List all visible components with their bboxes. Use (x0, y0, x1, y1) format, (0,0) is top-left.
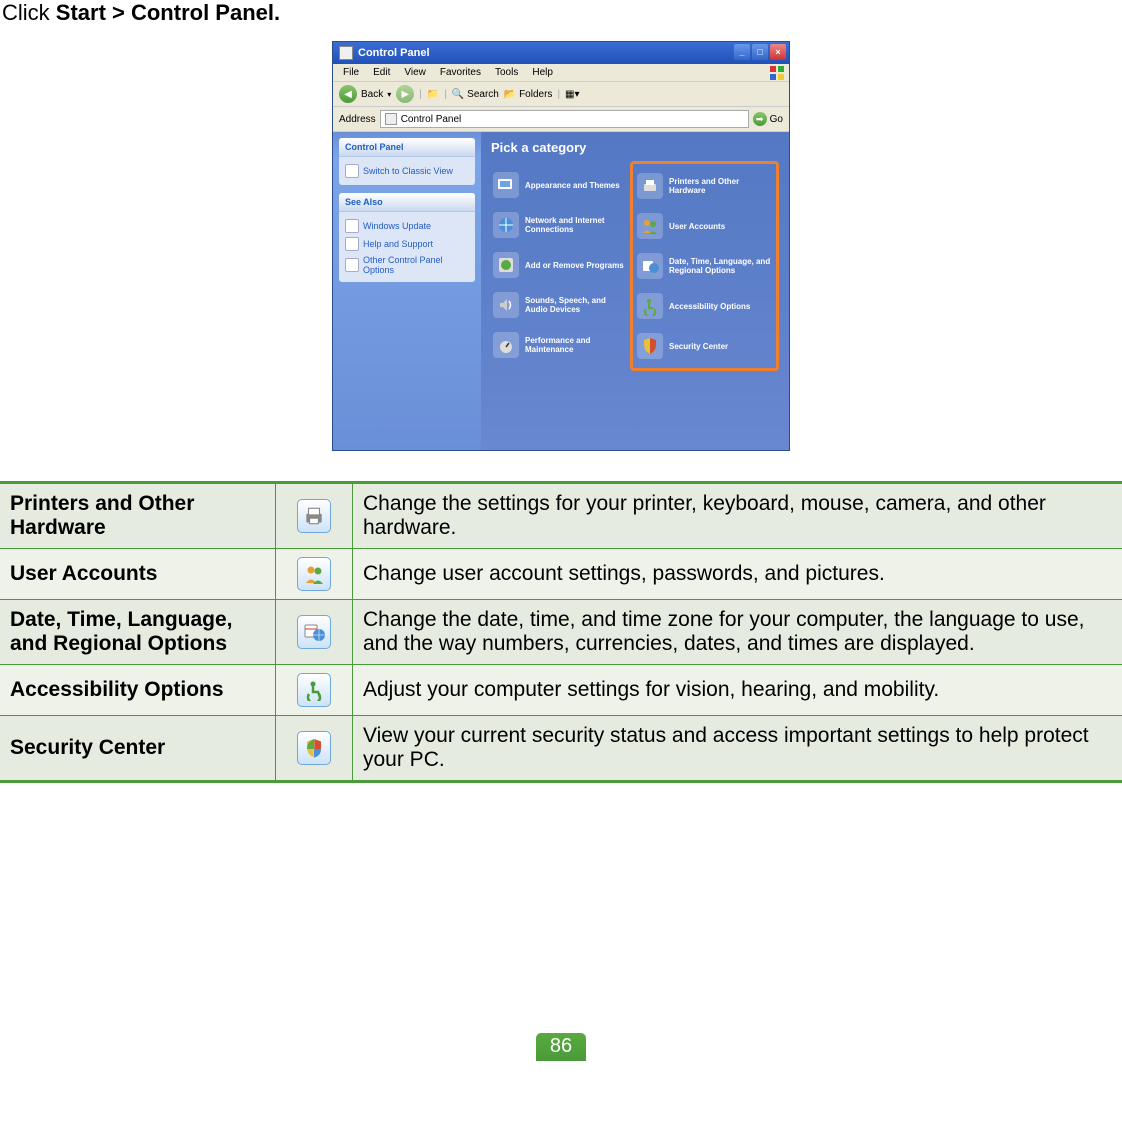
printer-icon (297, 499, 331, 533)
category-appearance[interactable]: Appearance and Themes (491, 165, 630, 205)
category-performance[interactable]: Performance and Maintenance (491, 325, 630, 365)
views-button[interactable]: ▦▾ (565, 89, 579, 100)
maximize-button[interactable]: □ (752, 44, 768, 60)
user-accounts-icon (297, 557, 331, 591)
row-icon-cell (276, 716, 353, 782)
address-value: Control Panel (401, 114, 462, 125)
windows-update-link[interactable]: Windows Update (345, 217, 469, 235)
up-button[interactable]: 📁 (427, 89, 439, 100)
row-name: User Accounts (0, 549, 276, 600)
see-also-title: See Also (339, 193, 475, 212)
menu-help[interactable]: Help (526, 66, 559, 79)
category-column-left: Appearance and Themes Network and Intern… (491, 165, 630, 371)
windows-update-icon (345, 219, 359, 233)
row-desc: View your current security status and ac… (353, 716, 1122, 782)
main-content: Pick a category Appearance and Themes Ne… (481, 132, 789, 450)
window-titlebar: Control Panel _ □ × (333, 42, 789, 64)
forward-button[interactable]: ▶ (396, 85, 414, 103)
go-icon: ➡ (753, 112, 767, 126)
page-number: 86 (536, 1033, 586, 1061)
performance-icon (493, 332, 519, 358)
close-button[interactable]: × (770, 44, 786, 60)
menu-edit[interactable]: Edit (367, 66, 396, 79)
menu-view[interactable]: View (398, 66, 432, 79)
instruction-text: Click Start > Control Panel. (0, 0, 1122, 41)
row-icon-cell (276, 483, 353, 549)
table-row: User Accounts Change user account settin… (0, 549, 1122, 600)
switch-classic-view-link[interactable]: Switch to Classic View (345, 162, 469, 180)
network-icon (493, 212, 519, 238)
control-panel-window: Control Panel _ □ × File Edit View Favor… (332, 41, 790, 451)
address-bar: Address Control Panel ➡ Go (333, 107, 789, 132)
category-date-time[interactable]: Date, Time, Language, and Regional Optio… (635, 246, 774, 286)
category-sounds[interactable]: Sounds, Speech, and Audio Devices (491, 285, 630, 325)
other-options-icon (345, 258, 359, 272)
sidebar: Control Panel Switch to Classic View See… (333, 132, 481, 450)
category-security[interactable]: Security Center (635, 326, 774, 366)
instruction-bold: Start > Control Panel. (56, 0, 280, 25)
row-name: Security Center (0, 716, 276, 782)
sidebar-panel-control-panel: Control Panel Switch to Classic View (339, 138, 475, 185)
highlighted-categories: Printers and Other Hardware User Account… (630, 161, 779, 371)
back-icon: ◀ (339, 85, 357, 103)
printers-icon (637, 173, 663, 199)
sidebar-panel-see-also: See Also Windows Update Help and Support… (339, 193, 475, 282)
minimize-button[interactable]: _ (734, 44, 750, 60)
instruction-prefix: Click (2, 0, 56, 25)
row-desc: Adjust your computer settings for vision… (353, 665, 1122, 716)
category-printers[interactable]: Printers and Other Hardware (635, 166, 774, 206)
folders-button[interactable]: 📂 Folders (504, 89, 553, 100)
address-icon (385, 113, 397, 125)
category-accessibility[interactable]: Accessibility Options (635, 286, 774, 326)
users-icon (637, 213, 663, 239)
windows-logo-icon (769, 65, 785, 81)
row-desc: Change the settings for your printer, ke… (353, 483, 1122, 549)
accessibility-icon (637, 293, 663, 319)
security-icon (637, 333, 663, 359)
menu-bar: File Edit View Favorites Tools Help (333, 64, 789, 82)
datetime-icon (637, 253, 663, 279)
other-options-link[interactable]: Other Control Panel Options (345, 253, 469, 277)
back-button[interactable]: ◀ Back ▾ (339, 85, 391, 103)
table-row: Security Center View your current securi… (0, 716, 1122, 782)
row-icon-cell (276, 665, 353, 716)
row-desc: Change the date, time, and time zone for… (353, 600, 1122, 665)
accessibility-row-icon (297, 673, 331, 707)
description-table: Printers and Other Hardware Change the s… (0, 481, 1122, 783)
menu-tools[interactable]: Tools (489, 66, 524, 79)
window-title: Control Panel (358, 47, 430, 59)
help-icon (345, 237, 359, 251)
row-icon-cell (276, 600, 353, 665)
control-panel-title-icon (339, 46, 353, 60)
row-name: Date, Time, Language, and Regional Optio… (0, 600, 276, 665)
table-row: Date, Time, Language, and Regional Optio… (0, 600, 1122, 665)
category-add-remove[interactable]: Add or Remove Programs (491, 245, 630, 285)
go-button[interactable]: ➡ Go (753, 112, 783, 126)
add-remove-icon (493, 252, 519, 278)
sidebar-panel-title: Control Panel (339, 138, 475, 157)
menu-favorites[interactable]: Favorites (434, 66, 487, 79)
date-time-icon (297, 615, 331, 649)
table-row: Accessibility Options Adjust your comput… (0, 665, 1122, 716)
row-name: Printers and Other Hardware (0, 483, 276, 549)
table-row: Printers and Other Hardware Change the s… (0, 483, 1122, 549)
row-icon-cell (276, 549, 353, 600)
address-field[interactable]: Control Panel (380, 110, 749, 128)
pick-category-title: Pick a category (491, 140, 779, 155)
sounds-icon (493, 292, 519, 318)
menu-file[interactable]: File (337, 66, 365, 79)
category-network[interactable]: Network and Internet Connections (491, 205, 630, 245)
security-row-icon (297, 731, 331, 765)
appearance-icon (493, 172, 519, 198)
address-label: Address (339, 114, 376, 125)
category-user-accounts[interactable]: User Accounts (635, 206, 774, 246)
help-support-link[interactable]: Help and Support (345, 235, 469, 253)
search-button[interactable]: 🔍 Search (452, 89, 499, 100)
row-desc: Change user account settings, passwords,… (353, 549, 1122, 600)
toolbar: ◀ Back ▾ ▶ | 📁 | 🔍 Search 📂 Folders | ▦▾ (333, 82, 789, 107)
switch-view-icon (345, 164, 359, 178)
row-name: Accessibility Options (0, 665, 276, 716)
